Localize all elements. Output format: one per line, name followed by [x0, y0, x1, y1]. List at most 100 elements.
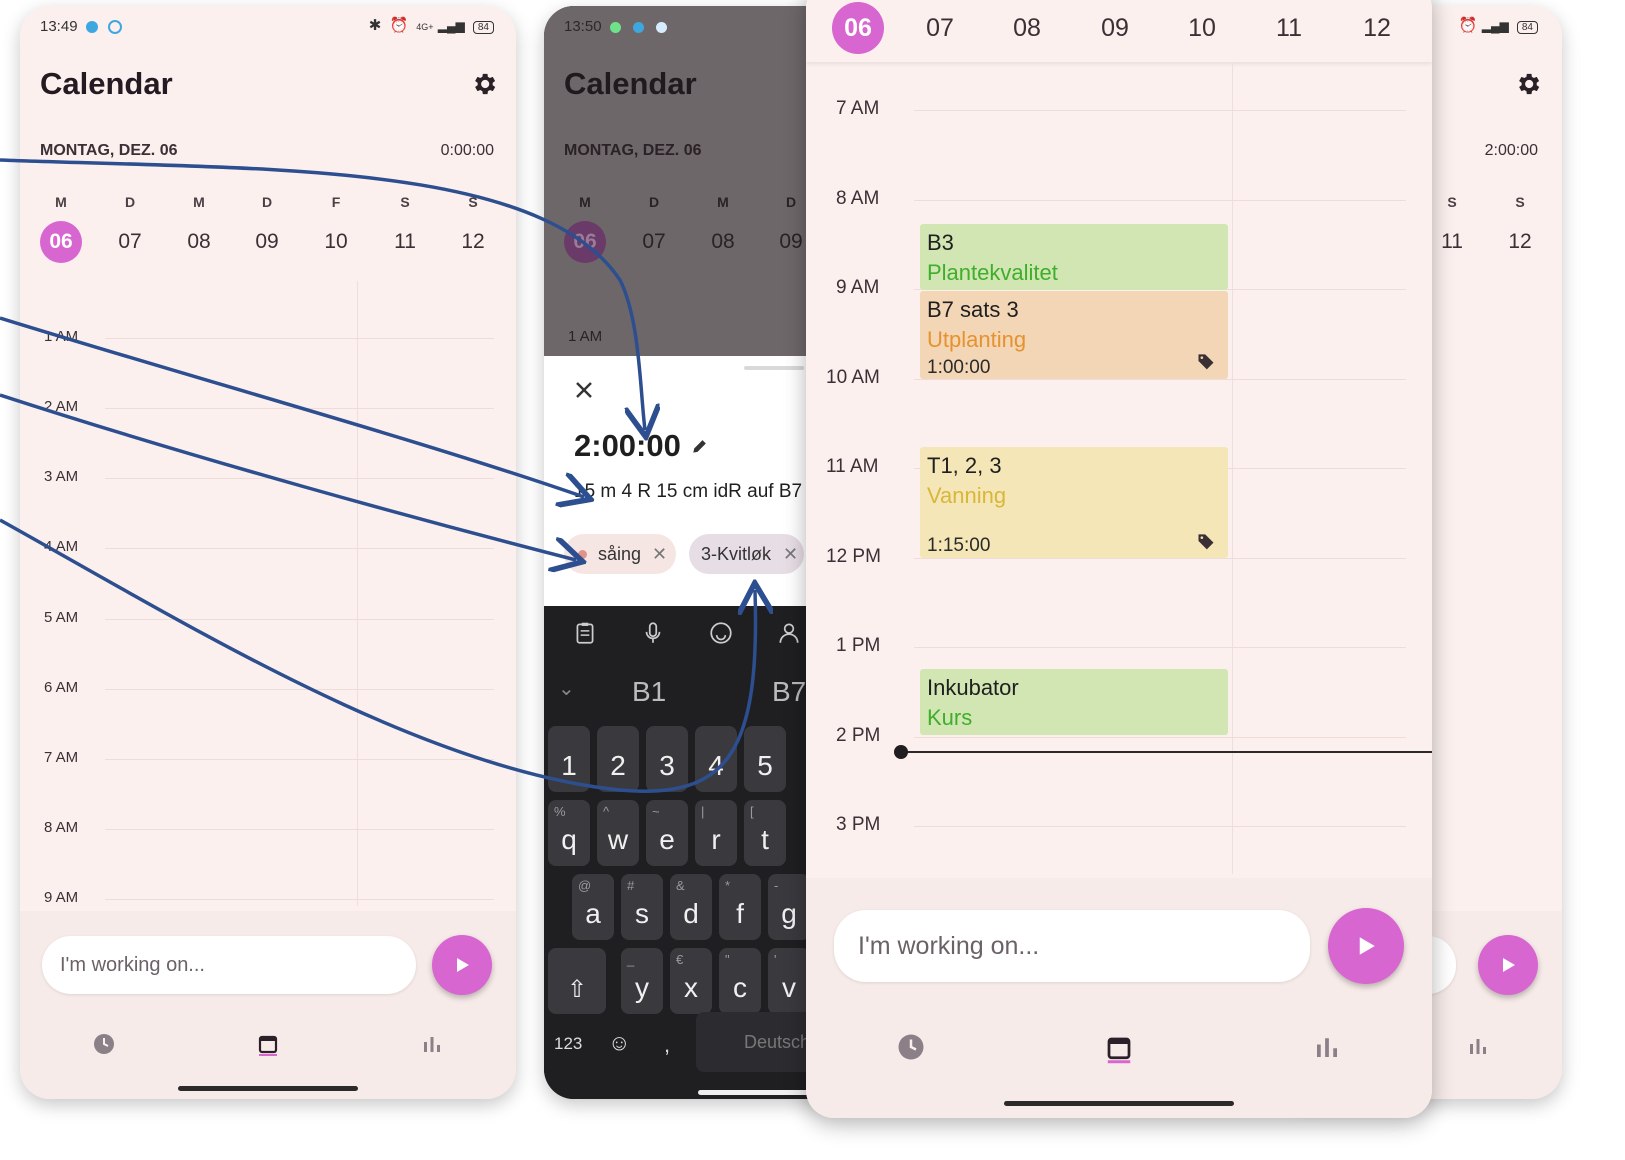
hour-line	[105, 829, 494, 830]
comma-key[interactable]: ,	[664, 1032, 670, 1058]
key-3[interactable]: 3	[646, 726, 688, 792]
day-item[interactable]: 12	[1499, 221, 1541, 263]
entry-description[interactable]: 15 m 4 R 15 cm idR auf B7	[574, 481, 802, 503]
network-label: 4G+	[416, 22, 434, 32]
key-a[interactable]: @ a	[572, 874, 614, 940]
remove-tag-icon[interactable]: ✕	[783, 534, 798, 574]
signal-icon: ▂▄▆	[437, 19, 465, 33]
tag-label: såing	[598, 544, 642, 564]
hour-label: 4 AM	[44, 538, 79, 555]
event-duration: 1:00:00	[927, 357, 991, 378]
key-d[interactable]: & d	[670, 874, 712, 940]
event-title: Inkubator	[927, 675, 1019, 700]
event-block[interactable]: T1, 2, 3 Vanning 1:15:00	[920, 447, 1228, 558]
day-selected[interactable]: 06	[40, 221, 82, 263]
hour-label: 6 AM	[44, 679, 79, 696]
key-w[interactable]: ^ w	[597, 800, 639, 866]
signal-icon: ▂▄▆	[1481, 19, 1509, 33]
hour-line	[105, 338, 494, 339]
event-title: B7 sats 3	[927, 297, 1019, 322]
date-label: MONTAG, DEZ. 06	[564, 142, 702, 159]
day-item[interactable]: 10	[315, 221, 357, 263]
tag-chip-kvitlok[interactable]: 3-Kvitløk ✕	[689, 534, 804, 574]
duration-value[interactable]: 2:00:00	[574, 428, 681, 464]
week-header: 06 07 08 09 10 11 12	[806, 0, 1432, 62]
event-block[interactable]: Inkubator Kurs	[920, 669, 1228, 735]
weekday-label: S	[468, 194, 478, 210]
clipboard-icon[interactable]	[572, 620, 598, 646]
key-x[interactable]: € x	[670, 948, 712, 1014]
emoji-icon[interactable]	[708, 620, 734, 646]
remove-tag-icon[interactable]: ✕	[652, 534, 667, 574]
stats-chart-icon[interactable]	[1312, 1032, 1342, 1062]
day-item[interactable]: 09	[246, 221, 288, 263]
edit-pencil-icon[interactable]	[690, 436, 710, 456]
day-item[interactable]: 07	[633, 221, 675, 263]
stats-chart-icon[interactable]	[1466, 1034, 1490, 1058]
hour-label: 1 PM	[836, 635, 881, 656]
weekday-label: M	[55, 194, 67, 210]
day-item[interactable]: 07	[109, 221, 151, 263]
settings-gear-icon[interactable]	[1514, 70, 1542, 98]
collapse-suggestions-icon[interactable]: ⌄	[558, 676, 575, 701]
hour-line	[914, 558, 1406, 559]
hour-line	[105, 548, 494, 549]
working-on-input[interactable]: I'm working on...	[42, 936, 416, 994]
day-item[interactable]: 11	[384, 221, 426, 263]
key-r[interactable]: | r	[695, 800, 737, 866]
day-item[interactable]: 07	[919, 7, 961, 49]
day-item[interactable]: 10	[1181, 7, 1223, 49]
day-item[interactable]: 09	[1094, 7, 1136, 49]
key-e[interactable]: ~ e	[646, 800, 688, 866]
sheet-drag-handle[interactable]	[744, 366, 804, 370]
day-item[interactable]: 08	[1006, 7, 1048, 49]
hour-line	[914, 737, 1406, 738]
suggestion-word[interactable]: B1	[632, 676, 666, 708]
day-item[interactable]: 12	[1356, 7, 1398, 49]
account-icon[interactable]	[776, 620, 802, 646]
event-block[interactable]: B7 sats 3 Utplanting 1:00:00	[920, 291, 1228, 379]
hour-label: 9 AM	[836, 277, 880, 298]
day-item[interactable]: 08	[178, 221, 220, 263]
suggestion-word[interactable]: B7	[772, 676, 806, 708]
numbers-key[interactable]: 123	[554, 1034, 582, 1054]
status-icons-right: ⏰ ▂▄▆ 84	[1459, 16, 1538, 34]
history-clock-icon[interactable]	[92, 1032, 116, 1056]
key-5[interactable]: 5	[744, 726, 786, 792]
calendar-nav-icon[interactable]	[256, 1032, 280, 1056]
day-selected[interactable]: 06	[564, 221, 606, 263]
day-item[interactable]: 08	[702, 221, 744, 263]
key-g[interactable]: -g	[768, 874, 810, 940]
key-c[interactable]: " c	[719, 948, 761, 1014]
key-q[interactable]: % q	[548, 800, 590, 866]
key-y[interactable]: _ y	[621, 948, 663, 1014]
key-4[interactable]: 4	[695, 726, 737, 792]
key-v[interactable]: ' v	[768, 948, 810, 1014]
circle-notification-icon	[107, 20, 122, 35]
event-block[interactable]: B3 Plantekvalitet	[920, 224, 1228, 290]
close-icon[interactable]	[572, 378, 596, 402]
working-on-input[interactable]: I'm working on...	[834, 910, 1310, 982]
start-timer-button[interactable]	[432, 935, 492, 995]
day-item[interactable]: 12	[452, 221, 494, 263]
emoji-key-icon[interactable]: ☺	[608, 1030, 630, 1056]
key-s[interactable]: # s	[621, 874, 663, 940]
shift-key[interactable]: ⇧	[548, 948, 606, 1014]
microphone-icon[interactable]	[640, 620, 666, 646]
key-1[interactable]: 1	[548, 726, 590, 792]
start-timer-button[interactable]	[1328, 908, 1404, 984]
home-indicator	[698, 1090, 818, 1095]
day-item[interactable]: 11	[1268, 7, 1310, 49]
key-2[interactable]: 2	[597, 726, 639, 792]
current-time-line	[902, 751, 1432, 753]
start-timer-button[interactable]	[1478, 935, 1538, 995]
stats-chart-icon[interactable]	[420, 1032, 444, 1056]
key-f[interactable]: * f	[719, 874, 761, 940]
day-item[interactable]: 11	[1431, 221, 1473, 263]
tag-chip-saing[interactable]: såing ✕	[564, 534, 676, 574]
history-clock-icon[interactable]	[896, 1032, 926, 1062]
settings-gear-icon[interactable]	[470, 70, 498, 98]
calendar-nav-icon[interactable]	[1104, 1032, 1134, 1066]
key-t[interactable]: [t	[744, 800, 786, 866]
day-selected[interactable]: 06	[832, 2, 884, 54]
